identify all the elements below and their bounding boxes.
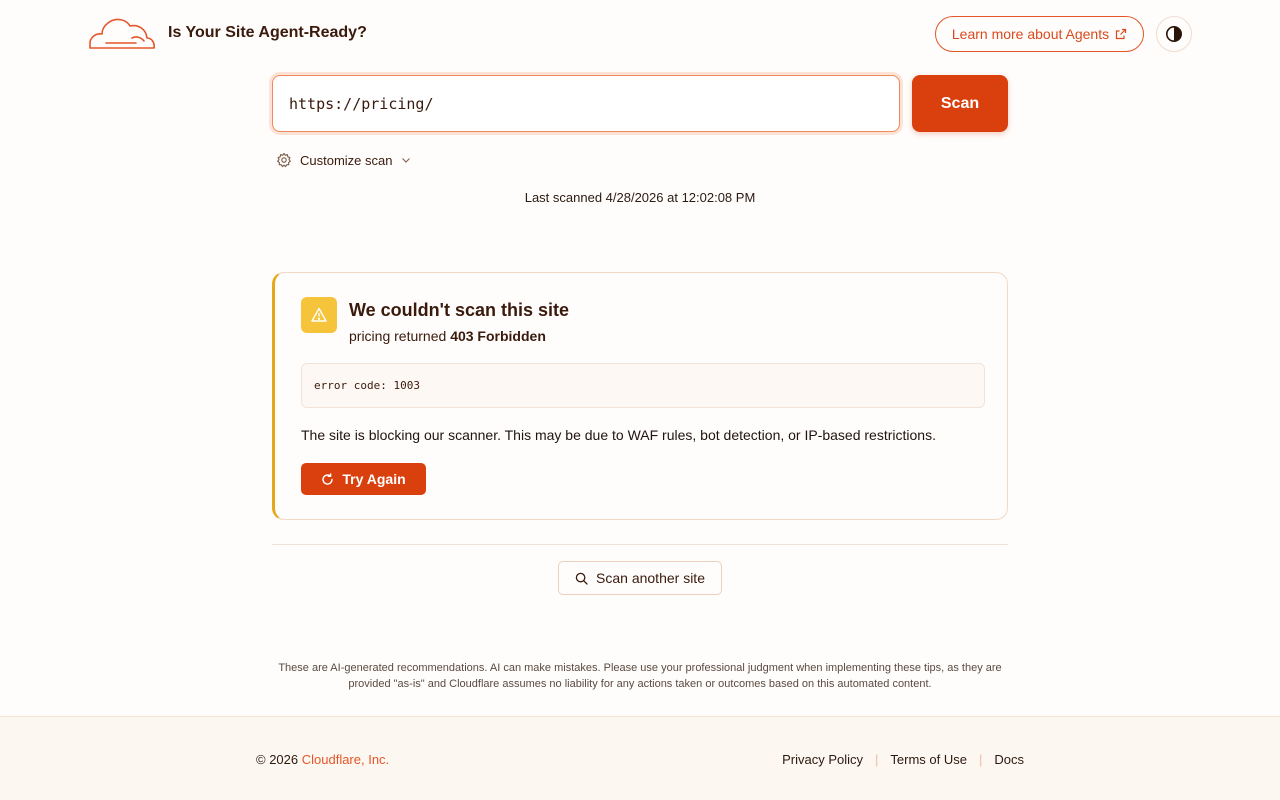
- customize-scan-label: Customize scan: [300, 152, 393, 168]
- privacy-policy-link[interactable]: Privacy Policy: [782, 752, 863, 767]
- docs-link[interactable]: Docs: [994, 752, 1024, 767]
- header: Is Your Site Agent-Ready? Learn more abo…: [0, 0, 1280, 68]
- scan-another-label: Scan another site: [596, 570, 705, 586]
- try-again-label: Try Again: [342, 471, 406, 487]
- error-host: pricing: [349, 328, 391, 344]
- learn-more-label: Learn more about Agents: [951, 26, 1110, 42]
- last-scanned-text: Last scanned 4/28/2026 at 12:02:08 PM: [524, 190, 756, 205]
- error-title: We couldn't scan this site: [349, 300, 569, 320]
- error-code-box: error code: 1003: [301, 363, 985, 408]
- divider: [272, 544, 1008, 545]
- footer-separator: |: [875, 752, 879, 767]
- learn-more-agents-button[interactable]: Learn more about Agents: [935, 16, 1144, 52]
- copyright: © 2026 Cloudflare, Inc.: [256, 752, 389, 767]
- error-description: The site is blocking our scanner. This m…: [301, 427, 936, 443]
- error-subtitle: pricing returned 403 Forbidden: [349, 328, 546, 344]
- error-status: 403 Forbidden: [450, 328, 546, 344]
- customize-scan-toggle[interactable]: Customize scan: [276, 151, 412, 169]
- scan-another-site-button[interactable]: Scan another site: [558, 561, 722, 595]
- footer-links: Privacy Policy | Terms of Use | Docs: [782, 752, 1024, 767]
- refresh-icon: [322, 472, 334, 485]
- ai-disclaimer: These are AI-generated recommendations. …: [278, 662, 1002, 690]
- external-link-icon: [1116, 28, 1127, 40]
- warning-badge: [301, 297, 337, 333]
- error-returned-text: returned: [390, 328, 451, 344]
- cloudflare-link[interactable]: Cloudflare, Inc.: [302, 752, 389, 767]
- site-title: Is Your Site Agent-Ready?: [168, 24, 367, 41]
- footer: © 2026 Cloudflare, Inc. Privacy Policy |…: [0, 716, 1280, 800]
- copyright-prefix: © 2026: [256, 752, 302, 767]
- error-card: We couldn't scan this site pricing retur…: [272, 272, 1008, 520]
- theme-toggle-button[interactable]: [1156, 16, 1192, 52]
- scan-button[interactable]: Scan: [912, 75, 1008, 132]
- footer-separator: |: [978, 752, 983, 767]
- try-again-button[interactable]: Try Again: [301, 463, 426, 495]
- cloudflare-logo-icon[interactable]: [88, 16, 156, 52]
- terms-of-use-link[interactable]: Terms of Use: [890, 752, 967, 767]
- gear-icon: [276, 152, 292, 168]
- url-input[interactable]: https://pricing/: [272, 75, 900, 132]
- warning-triangle-icon: [311, 307, 327, 322]
- chevron-down-icon: [402, 158, 411, 163]
- contrast-icon: [1166, 26, 1182, 42]
- search-icon: [575, 572, 588, 585]
